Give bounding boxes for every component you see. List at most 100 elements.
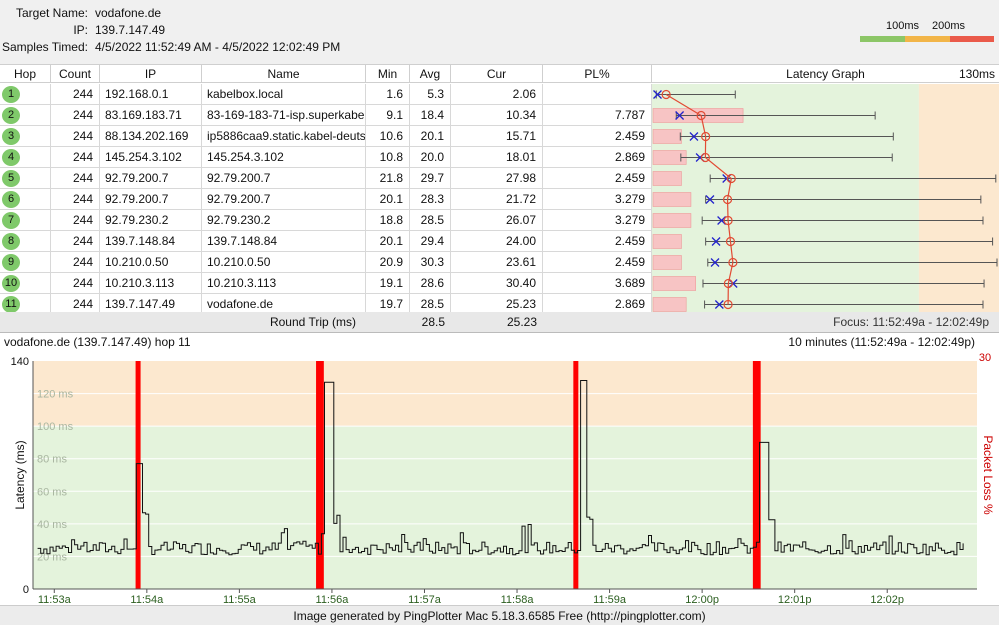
table-row[interactable]: 9 244 10.210.0.50 10.210.0.50 20.9 30.3 23.61 2… [0,252,652,273]
packet-loss-bar [652,129,682,144]
timeline-graph-panel: 20 ms 40 ms 60 ms 80 ms 100 ms 120 ms 0 140 Late… [0,332,999,606]
avg-cell: 20.1 [410,126,451,147]
packet-loss-bar [652,171,682,186]
packet-loss-bar [652,255,682,270]
timeline-chart[interactable]: 20 ms40 ms60 ms80 ms100 ms120 ms0140Late… [0,333,999,605]
timeline-grid-label: 100 ms [37,421,74,433]
column-header-pl[interactable]: PL% [543,64,652,83]
column-header-hop[interactable]: Hop [0,64,51,83]
cur-cell: 27.98 [451,168,543,189]
timeline-grid-label: 60 ms [37,486,67,498]
column-header-ip[interactable]: IP [100,64,202,83]
samples-label: Samples Timed: [1,40,88,54]
hop-cell: 8 [0,231,51,252]
pl-cell: 2.459 [543,252,652,273]
y-axis-label: Latency (ms) [13,440,27,509]
cur-cell: 24.00 [451,231,543,252]
avg-cell: 28.6 [410,273,451,294]
hop-table: Hop Count IP Name Min Avg Cur PL% Latenc… [0,64,999,332]
count-cell: 244 [51,126,100,147]
hop-cell: 1 [0,84,51,105]
round-trip-avg: 28.5 [421,315,445,329]
column-header-cur[interactable]: Cur [451,64,543,83]
ip-cell: 145.254.3.102 [100,147,202,168]
column-header-latency-graph[interactable]: Latency Graph 130ms [652,64,999,83]
legend-color-bar [860,36,994,42]
avg-cell: 29.4 [410,231,451,252]
cur-cell: 30.40 [451,273,543,294]
hop-number-badge: 6 [2,191,20,208]
ip-cell: 92.79.200.7 [100,189,202,210]
min-cell: 10.6 [366,126,410,147]
packet-loss-marker [318,361,324,589]
pl-cell: 2.869 [543,147,652,168]
table-row[interactable]: 7 244 92.79.230.2 92.79.230.2 18.8 28.5 26.07 3… [0,210,652,231]
hop-number-badge: 1 [2,86,20,103]
packet-loss-bar [652,192,692,207]
ip-label: IP: [73,23,88,37]
table-row[interactable]: 5 244 92.79.200.7 92.79.200.7 21.8 29.7 27.98 2… [0,168,652,189]
x-tick-label: 11:55a [223,594,257,605]
legend-orange-segment [905,36,950,42]
pl-cell: 2.459 [543,126,652,147]
column-header-name[interactable]: Name [202,64,366,83]
summary-header: Target Name: vodafone.de IP: 139.7.147.4… [0,0,999,64]
target-name-row: Target Name: vodafone.de [0,6,400,24]
x-tick-label: 11:58a [501,594,535,605]
legend-200ms-label: 200ms [932,20,966,32]
count-cell: 244 [51,168,100,189]
ip-cell: 10.210.0.50 [100,252,202,273]
name-cell: 10.210.0.50 [202,252,366,273]
table-row[interactable]: 6 244 92.79.200.7 92.79.200.7 20.1 28.3 21.72 3… [0,189,652,210]
legend-red-segment [950,36,994,42]
focus-range-label[interactable]: Focus: 11:52:49a - 12:02:49p [833,312,989,332]
min-cell: 10.8 [366,147,410,168]
table-row[interactable]: 1 244 192.168.0.1 kabelbox.local 1.6 5.3 2.06 [0,84,652,105]
name-cell: 139.7.148.84 [202,231,366,252]
round-trip-row: Round Trip (ms) 28.5 25.23 Focus: 11:52:… [0,312,999,332]
samples-row: Samples Timed: 4/5/2022 11:52:49 AM - 4/… [0,40,500,58]
min-cell: 20.1 [366,231,410,252]
ip-cell: 92.79.230.2 [100,210,202,231]
column-header-count[interactable]: Count [51,64,100,83]
timeline-range-label[interactable]: 10 minutes (11:52:49a - 12:02:49p) [788,335,975,349]
ip-row: IP: 139.7.147.49 [0,23,400,41]
cur-cell: 26.07 [451,210,543,231]
x-tick-label: 12:02p [870,594,904,605]
table-row[interactable]: 2 244 83.169.183.71 83-169-183-71-isp.super… [0,105,652,126]
pl-cell: 3.689 [543,273,652,294]
cur-cell: 15.71 [451,126,543,147]
packet-loss-marker [573,361,579,589]
table-row[interactable]: 3 244 88.134.202.169 ip5886caa9.static.kabe… [0,126,652,147]
min-cell: 9.1 [366,105,410,126]
hop-cell: 6 [0,189,51,210]
latency-graph-header-label: Latency Graph [786,67,865,81]
table-row[interactable]: 4 244 145.254.3.102 145.254.3.102 10.8 20.0 18… [0,147,652,168]
count-cell: 244 [51,252,100,273]
avg-cell: 20.0 [410,147,451,168]
timeline-grid-label: 80 ms [37,454,67,466]
round-trip-label: Round Trip (ms) [269,315,356,329]
target-name-label: Target Name: [15,6,88,20]
ip-cell: 139.7.148.84 [100,231,202,252]
avg-cell: 5.3 [410,84,451,105]
table-row[interactable]: 10 244 10.210.3.113 10.210.3.113 19.1 28.6 30.… [0,273,652,294]
name-cell: kabelbox.local [202,84,366,105]
min-cell: 1.6 [366,84,410,105]
avg-cell: 30.3 [410,252,451,273]
x-tick-label: 11:56a [316,594,350,605]
hop-number-badge: 3 [2,128,20,145]
ip-cell: 88.134.202.169 [100,126,202,147]
timeline-grid-label: 120 ms [37,389,74,401]
count-cell: 244 [51,210,100,231]
packet-loss-axis-max: 30 [979,352,991,364]
column-header-min[interactable]: Min [366,64,410,83]
count-cell: 244 [51,84,100,105]
table-row[interactable]: 8 244 139.7.148.84 139.7.148.84 20.1 29.4 24.0… [0,231,652,252]
target-name-value: vodafone.de [95,6,162,20]
name-cell: ip5886caa9.static.kabel-deuts [202,126,366,147]
hop-cell: 7 [0,210,51,231]
hop-cell: 5 [0,168,51,189]
hop-number-badge: 10 [2,275,20,292]
column-header-avg[interactable]: Avg [410,64,451,83]
